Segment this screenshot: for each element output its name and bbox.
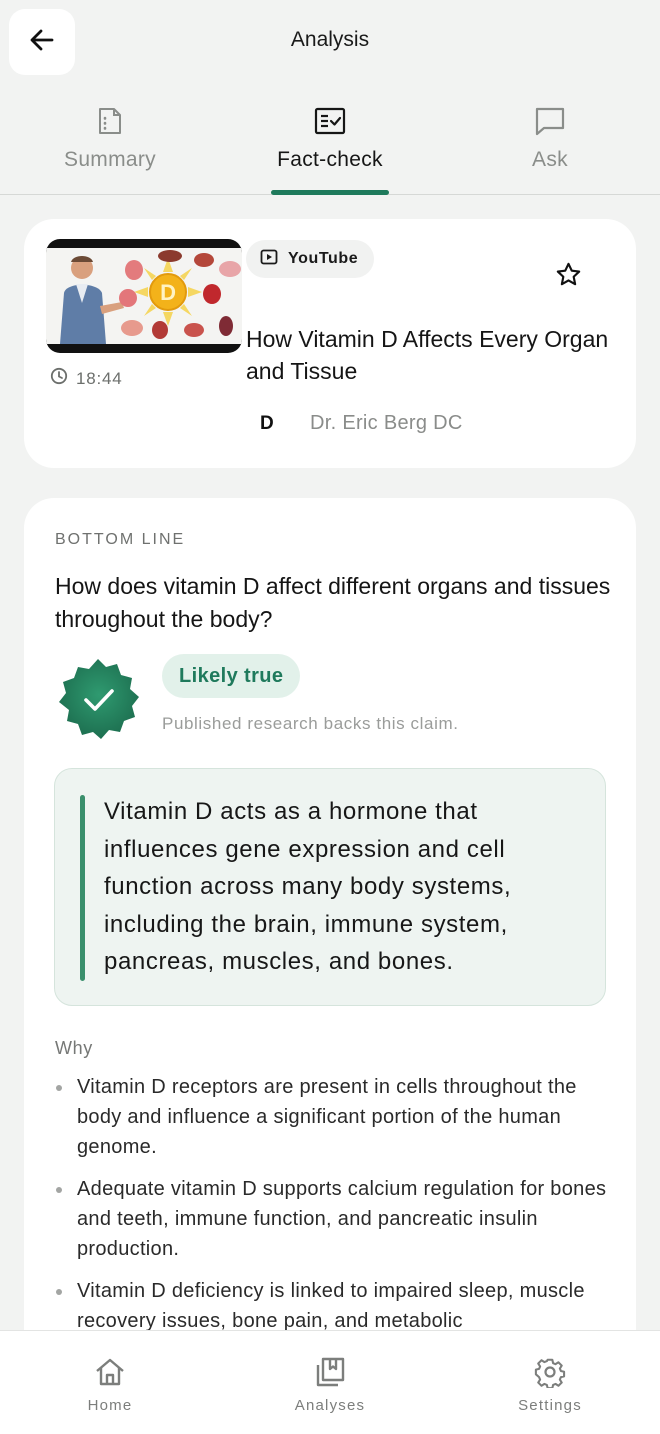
nav-home-label: Home	[87, 1397, 133, 1414]
source-label: YouTube	[288, 250, 359, 267]
nav-settings[interactable]: Settings	[440, 1331, 660, 1434]
claim-summary-box: Vitamin D acts as a hormone that influen…	[54, 768, 606, 1006]
nav-home[interactable]: Home	[0, 1331, 220, 1434]
why-item-text: Vitamin D deficiency is linked to impair…	[77, 1280, 585, 1332]
chat-bubble-icon	[534, 104, 566, 138]
channel-name: Dr. Eric Berg DC	[310, 412, 463, 434]
bookmark-stack-icon	[314, 1355, 346, 1389]
tab-summary[interactable]: Summary	[0, 100, 220, 194]
why-item: Adequate vitamin D supports calcium regu…	[55, 1174, 610, 1264]
bullet-dot	[56, 1289, 62, 1295]
nav-analyses[interactable]: Analyses	[220, 1331, 440, 1434]
nav-analyses-label: Analyses	[294, 1397, 366, 1414]
verified-badge-icon	[55, 655, 143, 743]
thumbnail-d-letter: D	[160, 280, 176, 305]
why-label: Why	[55, 1038, 93, 1058]
tab-fact-check-label: Fact-check	[277, 148, 383, 171]
checklist-icon	[314, 104, 346, 138]
clock-icon	[50, 367, 68, 390]
favorite-button[interactable]	[552, 261, 584, 293]
active-tab-indicator	[271, 190, 389, 195]
page-title: Analysis	[290, 28, 370, 51]
home-icon	[94, 1355, 126, 1389]
tab-bar: Summary Fact-check Ask	[0, 100, 660, 195]
channel-row: D Dr. Eric Berg DC	[260, 412, 463, 435]
why-item-text: Vitamin D receptors are present in cells…	[77, 1076, 577, 1158]
tab-ask[interactable]: Ask	[440, 100, 660, 194]
play-square-icon	[260, 249, 278, 270]
why-item: Vitamin D receptors are present in cells…	[55, 1072, 610, 1162]
bullet-dot	[56, 1085, 62, 1091]
why-list: Vitamin D receptors are present in cells…	[55, 1072, 610, 1348]
star-icon	[555, 261, 582, 293]
duration-text: 18:44	[76, 368, 123, 388]
video-card[interactable]: D 18:44 YouTube How Vitamin D Affects Ev…	[24, 219, 636, 468]
nav-settings-label: Settings	[518, 1397, 582, 1414]
claim-text: Vitamin D acts as a hormone that influen…	[104, 798, 512, 975]
tab-summary-label: Summary	[64, 148, 156, 171]
bottom-line-card: BOTTOM LINE How does vitamin D affect di…	[24, 498, 636, 1398]
video-thumbnail[interactable]: D	[46, 239, 242, 353]
why-item: Vitamin D deficiency is linked to impair…	[55, 1276, 610, 1336]
top-bar: Analysis	[0, 0, 660, 84]
tab-ask-label: Ask	[532, 148, 568, 171]
channel-avatar: D	[260, 412, 274, 434]
section-label: BOTTOM LINE	[55, 531, 186, 548]
gear-icon	[534, 1355, 566, 1389]
claim-accent-bar	[80, 795, 85, 981]
tab-fact-check[interactable]: Fact-check	[220, 100, 440, 194]
verdict-chip: Likely true	[162, 654, 301, 698]
why-item-text: Adequate vitamin D supports calcium regu…	[77, 1178, 607, 1260]
bottom-navigation: Home Analyses Settings	[0, 1330, 660, 1434]
video-title: How Vitamin D Affects Every Organ and Ti…	[246, 326, 609, 384]
verdict-caption: Published research backs this claim.	[162, 714, 459, 733]
claim-question: How does vitamin D affect different orga…	[55, 573, 611, 632]
video-duration: 18:44	[50, 367, 123, 390]
document-icon	[95, 104, 125, 138]
source-chip: YouTube	[246, 240, 375, 278]
bullet-dot	[56, 1187, 62, 1193]
